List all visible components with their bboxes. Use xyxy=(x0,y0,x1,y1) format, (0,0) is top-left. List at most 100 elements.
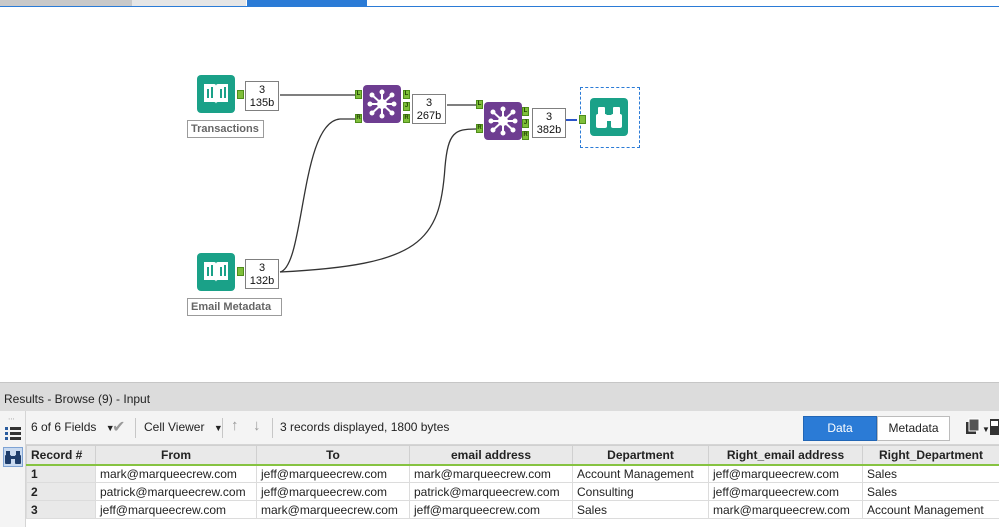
record-count: 3 xyxy=(258,84,266,96)
connection-wires xyxy=(279,94,577,273)
fields-selector[interactable]: 6 of 6 Fields ▼ xyxy=(31,420,115,434)
table-cell[interactable]: jeff@marqueecrew.com xyxy=(409,500,573,519)
copy-icon[interactable] xyxy=(964,418,982,439)
join-right-output-anchor[interactable]: R xyxy=(403,114,410,123)
table-cell[interactable]: jeff@marqueecrew.com xyxy=(708,482,863,501)
results-panel-header: Results - Browse (9) - Input xyxy=(0,382,999,411)
binoculars-icon[interactable] xyxy=(3,447,23,467)
table-cell[interactable]: jeff@marqueecrew.com xyxy=(95,500,257,519)
record-count-box: 3 132b xyxy=(245,259,279,289)
tool-label-transactions[interactable]: Transactions xyxy=(187,120,264,138)
toolbar-divider xyxy=(135,418,136,438)
browse-input-anchor[interactable] xyxy=(579,115,586,124)
arrow-up-icon[interactable]: ↑ xyxy=(231,417,239,434)
table-cell[interactable]: Sales xyxy=(862,482,999,501)
top-tab-strip xyxy=(0,0,999,7)
tab-strip-segment[interactable] xyxy=(0,0,132,6)
tab-strip-segment[interactable] xyxy=(132,0,246,6)
table-cell[interactable]: patrick@marqueecrew.com xyxy=(409,482,573,501)
output-anchor[interactable] xyxy=(237,90,244,99)
table-row[interactable]: 2 patrick@marqueecrew.com jeff@marqueecr… xyxy=(26,482,999,501)
record-number-cell[interactable]: 1 xyxy=(26,464,96,483)
record-count: 3 xyxy=(258,262,266,274)
toolbar-divider xyxy=(272,418,273,438)
records-status: 3 records displayed, 1800 bytes xyxy=(280,420,450,434)
join-join-output-anchor[interactable]: J xyxy=(403,102,410,111)
column-header-email-address[interactable]: email address xyxy=(409,445,573,466)
output-anchor[interactable] xyxy=(237,267,244,276)
grid-header-row: Record # From To email address Departmen… xyxy=(26,445,999,466)
book-icon xyxy=(204,262,228,282)
record-count: 3 xyxy=(545,111,553,123)
table-cell[interactable]: mark@marqueecrew.com xyxy=(708,500,863,519)
results-title: Results - Browse (9) - Input xyxy=(4,392,151,406)
table-row[interactable]: 1 mark@marqueecrew.com jeff@marqueecrew.… xyxy=(26,464,999,483)
table-cell[interactable]: mark@marqueecrew.com xyxy=(256,500,410,519)
table-cell[interactable]: jeff@marqueecrew.com xyxy=(256,464,410,483)
table-cell[interactable]: Account Management xyxy=(862,500,999,519)
table-cell[interactable]: mark@marqueecrew.com xyxy=(95,464,257,483)
join-right-input-anchor[interactable]: R xyxy=(355,114,362,123)
tool-label-email-metadata[interactable]: Email Metadata xyxy=(187,298,282,316)
cell-viewer-dropdown[interactable]: Cell Viewer ▼ xyxy=(144,420,223,434)
join-tool-2[interactable] xyxy=(484,102,522,140)
join-join-output-anchor[interactable]: J xyxy=(522,119,529,128)
results-side-icons: ⋯ xyxy=(0,411,26,527)
cell-viewer-label: Cell Viewer xyxy=(144,420,205,434)
record-size: 382b xyxy=(536,124,562,136)
input-tool-email-metadata[interactable] xyxy=(197,253,235,291)
join-left-output-anchor[interactable]: L xyxy=(403,90,410,99)
record-count-box: 3 267b xyxy=(412,94,446,124)
join-left-output-anchor[interactable]: L xyxy=(522,107,529,116)
checkmark-icon[interactable]: ✔ xyxy=(112,417,125,437)
data-tab-button[interactable]: Data xyxy=(803,416,877,441)
tab-strip-active-segment[interactable] xyxy=(247,0,367,6)
record-size: 132b xyxy=(249,275,275,287)
join-tool-1[interactable] xyxy=(363,85,401,123)
fields-selector-label: 6 of 6 Fields xyxy=(31,420,97,434)
column-header-right-department[interactable]: Right_Department xyxy=(862,445,999,466)
record-size: 267b xyxy=(416,110,442,122)
record-size: 135b xyxy=(249,97,275,109)
input-tool-transactions[interactable] xyxy=(197,75,235,113)
table-cell[interactable]: Account Management xyxy=(572,464,709,483)
record-count: 3 xyxy=(425,97,433,109)
column-header-record[interactable]: Record # xyxy=(26,445,96,466)
column-header-to[interactable]: To xyxy=(256,445,410,466)
metadata-tab-button[interactable]: Metadata xyxy=(877,416,950,441)
table-cell[interactable]: jeff@marqueecrew.com xyxy=(256,482,410,501)
table-cell[interactable]: Sales xyxy=(862,464,999,483)
join-left-input-anchor[interactable]: L xyxy=(355,90,362,99)
join-right-input-anchor[interactable]: R xyxy=(476,124,483,133)
table-cell[interactable]: mark@marqueecrew.com xyxy=(409,464,573,483)
table-row[interactable]: 3 jeff@marqueecrew.com mark@marqueecrew.… xyxy=(26,500,999,519)
grip-icon: ⋯ xyxy=(8,416,16,423)
book-icon xyxy=(204,84,228,104)
list-view-icon[interactable] xyxy=(4,425,22,444)
column-header-right-email-address[interactable]: Right_email address xyxy=(708,445,863,466)
join-icon xyxy=(488,106,518,136)
browse-tool[interactable] xyxy=(590,98,628,136)
table-cell[interactable]: jeff@marqueecrew.com xyxy=(708,464,863,483)
wire-email-to-join2-right xyxy=(279,128,477,273)
table-cell[interactable]: Consulting xyxy=(572,482,709,501)
binoculars-icon xyxy=(596,107,622,128)
wire-email-to-join1-right xyxy=(279,118,355,273)
record-number-cell[interactable]: 2 xyxy=(26,482,96,501)
toolbar-divider xyxy=(222,418,223,438)
table-cell[interactable]: patrick@marqueecrew.com xyxy=(95,482,257,501)
results-toolbar: 6 of 6 Fields ▼ ✔ Cell Viewer ▼ ↑ ↓ 3 re… xyxy=(0,411,999,445)
column-header-department[interactable]: Department xyxy=(572,445,709,466)
record-number-cell[interactable]: 3 xyxy=(26,500,96,519)
workflow-canvas[interactable]: 3 135b Transactions 3 132b Email Metadat… xyxy=(0,7,999,382)
save-icon[interactable] xyxy=(990,419,999,438)
join-icon xyxy=(367,89,397,119)
record-count-box: 3 382b xyxy=(532,108,566,138)
column-header-from[interactable]: From xyxy=(95,445,257,466)
table-cell[interactable]: Sales xyxy=(572,500,709,519)
chevron-down-icon[interactable]: ▼ xyxy=(982,425,990,434)
arrow-down-icon[interactable]: ↓ xyxy=(253,417,261,434)
join-right-output-anchor[interactable]: R xyxy=(522,131,529,140)
join-left-input-anchor[interactable]: L xyxy=(476,100,483,109)
record-count-box: 3 135b xyxy=(245,81,279,111)
